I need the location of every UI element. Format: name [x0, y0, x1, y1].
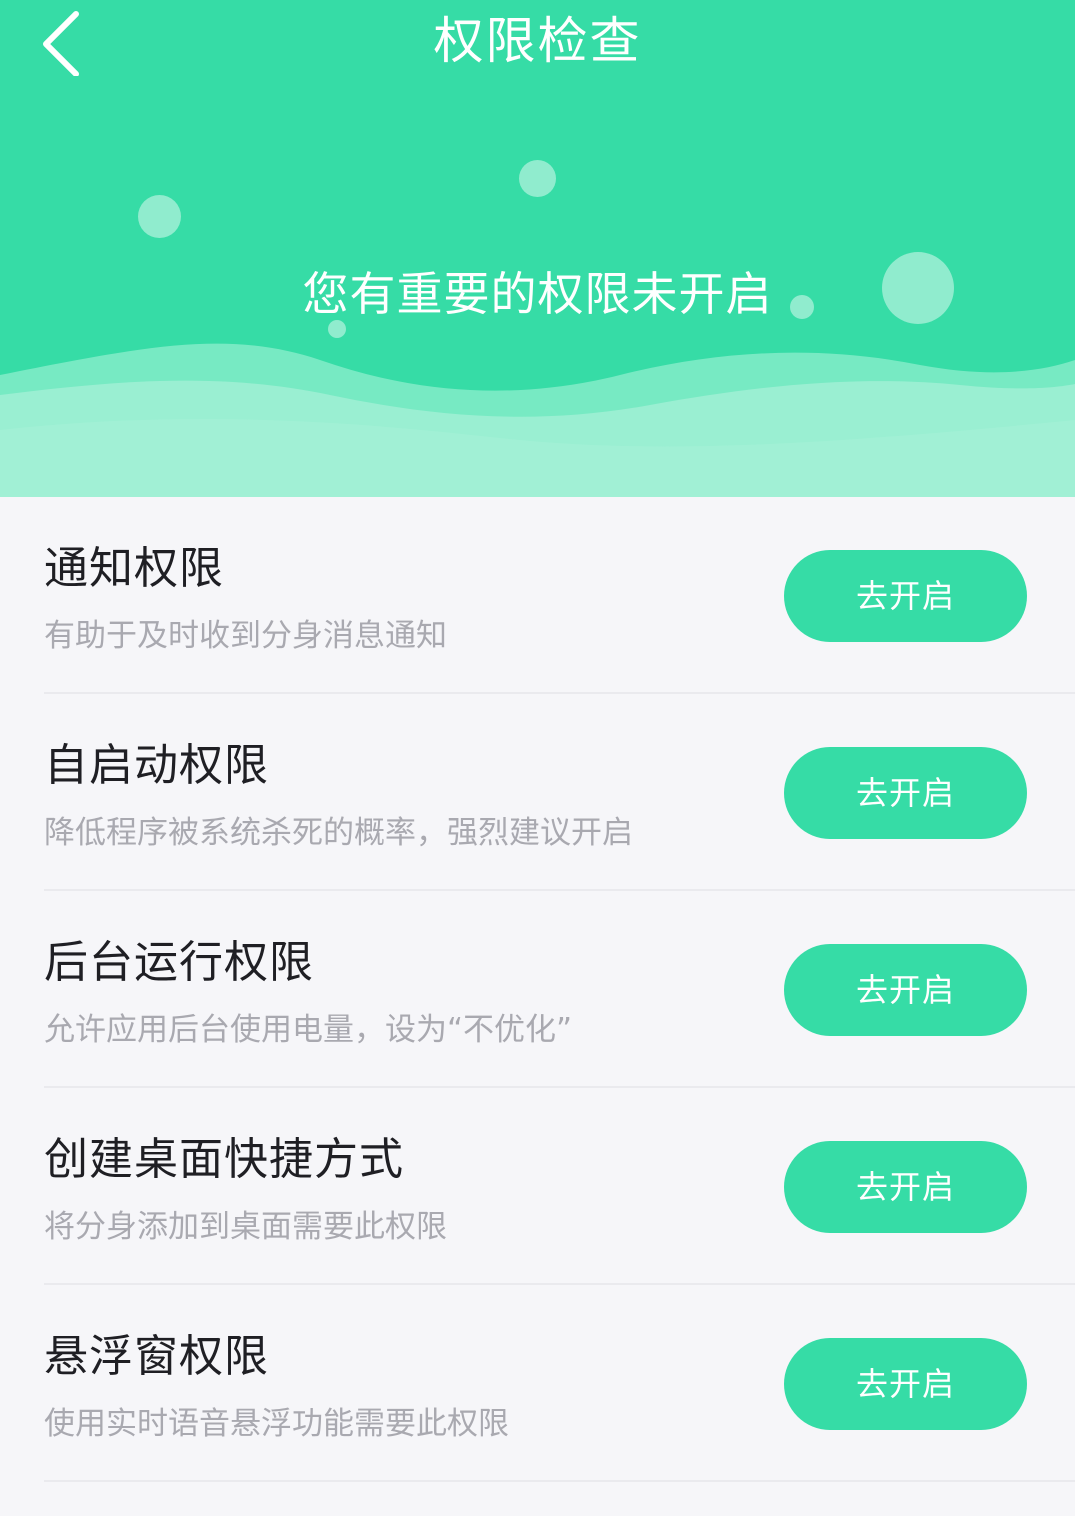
banner-message: 您有重要的权限未开启 [302, 267, 773, 321]
enable-button[interactable]: 去开启 [784, 1141, 1027, 1233]
enable-button[interactable]: 去开启 [784, 1338, 1027, 1430]
list-item-notification-permission: 通知权限 有助于及时收到分身消息通知 去开启 [0, 497, 1075, 694]
divider [44, 1480, 1075, 1482]
list-item-floating-window-permission: 悬浮窗权限 使用实时语音悬浮功能需要此权限 去开启 [0, 1285, 1075, 1482]
permission-list: 通知权限 有助于及时收到分身消息通知 去开启 自启动权限 降低程序被系统杀死的概… [0, 497, 1075, 1482]
permission-title: 通知权限 [44, 543, 224, 594]
permission-description: 使用实时语音悬浮功能需要此权限 [44, 1406, 509, 1442]
bubble-decoration [519, 160, 556, 197]
permission-description: 降低程序被系统杀死的概率，强烈建议开启 [44, 815, 633, 851]
permission-description: 允许应用后台使用电量，设为“不优化” [44, 1012, 573, 1048]
enable-button[interactable]: 去开启 [784, 550, 1027, 642]
permission-description: 将分身添加到桌面需要此权限 [44, 1209, 447, 1245]
enable-button[interactable]: 去开启 [784, 944, 1027, 1036]
list-item-shortcut-permission: 创建桌面快捷方式 将分身添加到桌面需要此权限 去开启 [0, 1088, 1075, 1285]
permission-title: 悬浮窗权限 [44, 1331, 269, 1382]
permission-title: 后台运行权限 [44, 937, 314, 988]
enable-button[interactable]: 去开启 [784, 747, 1027, 839]
list-item-autostart-permission: 自启动权限 降低程序被系统杀死的概率，强烈建议开启 去开启 [0, 694, 1075, 891]
permission-title: 创建桌面快捷方式 [44, 1134, 404, 1185]
list-item-background-run-permission: 后台运行权限 允许应用后台使用电量，设为“不优化” 去开启 [0, 891, 1075, 1088]
permission-description: 有助于及时收到分身消息通知 [44, 618, 447, 654]
header-banner: 权限检查 您有重要的权限未开启 [0, 0, 1075, 497]
permission-title: 自启动权限 [44, 740, 269, 791]
bubble-decoration [138, 195, 181, 238]
page-title: 权限检查 [433, 12, 642, 70]
